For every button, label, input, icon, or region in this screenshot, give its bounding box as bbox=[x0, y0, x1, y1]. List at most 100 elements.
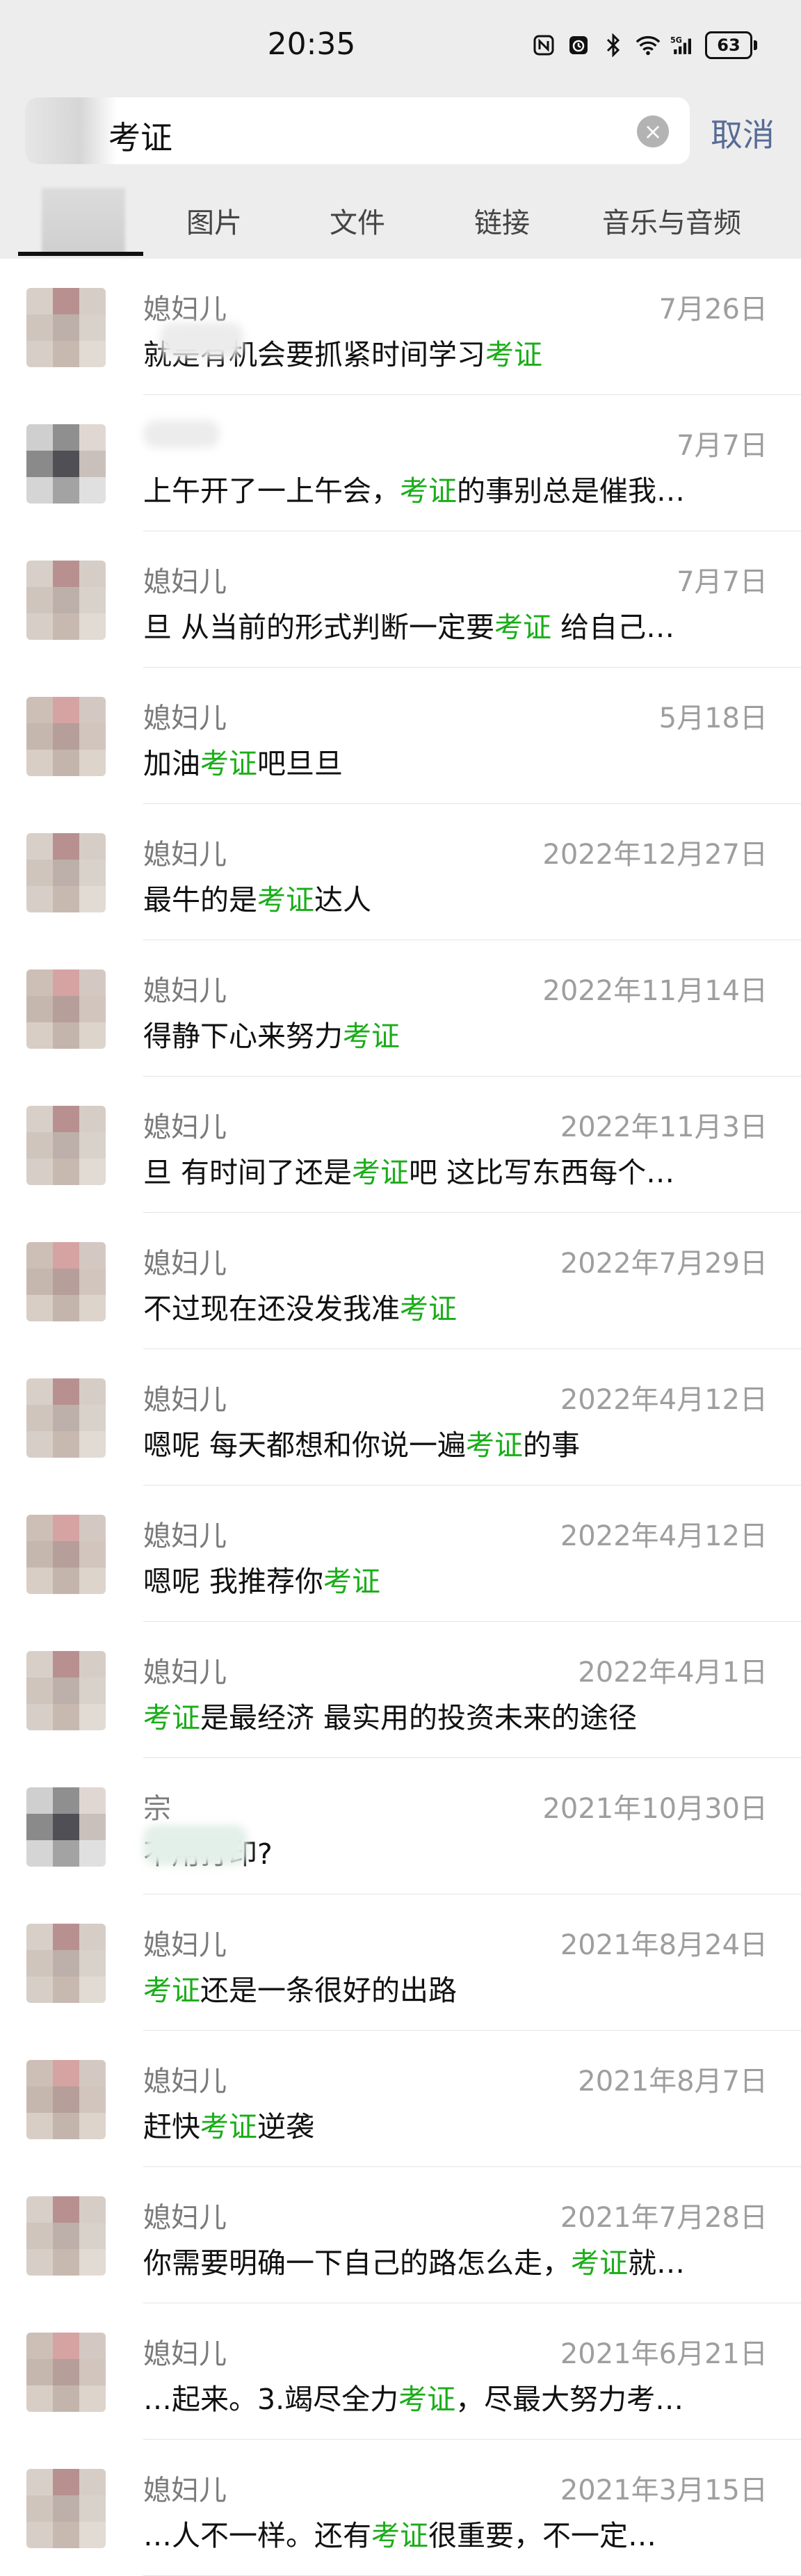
result-row[interactable]: 7月7日 上午开了一上午会，考证的事别总是催我… bbox=[0, 395, 801, 531]
result-row[interactable]: 媳妇儿 2022年4月12日 嗯呢 我推荐你考证 bbox=[0, 1486, 801, 1622]
message-date: 2022年11月14日 bbox=[542, 975, 768, 1007]
result-row[interactable]: 媳妇儿 2022年7月29日 不过现在还没发我准考证 bbox=[0, 1213, 801, 1349]
message-snippet: 旦 从当前的形式判断一定要考证 给自己… bbox=[143, 604, 674, 645]
message-snippet: 旦 有时间了还是考证吧 这比写东西每个… bbox=[143, 1149, 674, 1191]
message-snippet: 你需要明确一下自己的路怎么走，考证就… bbox=[143, 2239, 685, 2281]
privacy-blur bbox=[143, 420, 220, 448]
snippet-text-before: …人不一样。还有 bbox=[143, 2519, 371, 2552]
snippet-keyword-highlight: 考证 bbox=[371, 2519, 428, 2552]
snippet-text-after: 达人 bbox=[314, 883, 371, 917]
avatar bbox=[26, 697, 106, 776]
snippet-text-before: 你需要明确一下自己的路怎么走， bbox=[143, 2246, 571, 2280]
snippet-keyword-highlight: 考证 bbox=[494, 611, 552, 644]
avatar bbox=[26, 424, 106, 504]
clear-search-icon[interactable]: × bbox=[637, 115, 669, 147]
snippet-text-after: 很重要，不一定… bbox=[428, 2519, 656, 2552]
snippet-keyword-highlight: 考证 bbox=[571, 2246, 628, 2280]
message-snippet: 嗯呢 我推荐你考证 bbox=[143, 1558, 380, 1600]
message-snippet: 赶快考证逆袭 bbox=[143, 2103, 314, 2145]
snippet-keyword-highlight: 考证 bbox=[400, 1292, 457, 1326]
search-box[interactable]: 考证 × bbox=[25, 97, 690, 164]
tab-files[interactable]: 文件 bbox=[330, 200, 385, 241]
snippet-keyword-highlight: 考证 bbox=[398, 2383, 456, 2416]
result-row[interactable]: 宗2021年10月30日 不用打印? bbox=[0, 1758, 801, 1894]
avatar bbox=[26, 288, 106, 367]
snippet-keyword-highlight: 考证 bbox=[257, 883, 314, 917]
snippet-text-before: 不过现在还没发我准 bbox=[143, 1292, 400, 1326]
snippet-keyword-highlight: 考证 bbox=[400, 474, 457, 508]
tab-music-audio[interactable]: 音乐与音频 bbox=[602, 200, 741, 241]
message-date: 7月7日 bbox=[677, 430, 768, 462]
alarm-icon bbox=[566, 33, 591, 58]
snippet-keyword-highlight: 考证 bbox=[485, 338, 542, 371]
contact-name: 媳妇儿 bbox=[143, 839, 227, 871]
result-row[interactable]: 媳妇儿 7月7日旦 从当前的形式判断一定要考证 给自己… bbox=[0, 531, 801, 668]
snippet-text-before: 旦 从当前的形式判断一定要 bbox=[143, 611, 495, 644]
message-date: 7月7日 bbox=[677, 566, 768, 598]
message-date: 2022年11月3日 bbox=[560, 1111, 768, 1143]
result-row[interactable]: 媳妇儿 2021年8月7日赶快考证逆袭 bbox=[0, 2031, 801, 2167]
snippet-text-after: 逆袭 bbox=[257, 2110, 314, 2143]
result-row[interactable]: 媳妇儿 5月18日 加油考证吧旦旦 bbox=[0, 668, 801, 804]
result-row[interactable]: 媳妇儿 2021年7月28日 你需要明确一下自己的路怎么走，考证就… bbox=[0, 2167, 801, 2303]
avatar bbox=[26, 1378, 106, 1458]
tab-links[interactable]: 链接 bbox=[474, 200, 530, 241]
filter-tabs: 图片 文件 链接 音乐与音频 bbox=[0, 188, 801, 257]
contact-name: 媳妇儿 bbox=[143, 2066, 227, 2098]
message-date: 2021年7月28日 bbox=[560, 2202, 768, 2234]
avatar bbox=[26, 2196, 106, 2276]
result-row[interactable]: 媳妇儿 2021年3月15日 …人不一样。还有考证很重要，不一定… bbox=[0, 2440, 801, 2576]
snippet-text-before: 得静下心来努力 bbox=[143, 1020, 343, 1053]
status-bar: 20:35 5G 63 bbox=[0, 0, 801, 90]
message-snippet: 不过现在还没发我准考证 bbox=[143, 1285, 457, 1327]
message-snippet: 得静下心来努力考证 bbox=[143, 1013, 400, 1054]
search-input[interactable]: 考证 bbox=[108, 113, 172, 159]
message-snippet: …起来。3.竭尽全力考证，尽最大努力考… bbox=[143, 2376, 683, 2417]
message-snippet: 考证是最经济 最实用的投资未来的途径 bbox=[143, 1694, 637, 1736]
avatar bbox=[26, 1106, 106, 1185]
contact-name: 媳妇儿 bbox=[143, 975, 227, 1007]
avatar bbox=[26, 1515, 106, 1594]
snippet-text-before: 嗯呢 我推荐你 bbox=[143, 1565, 324, 1598]
svg-text:5G: 5G bbox=[670, 36, 682, 45]
tab-chats-blurred[interactable] bbox=[42, 188, 125, 255]
snippet-keyword-highlight: 考证 bbox=[200, 2110, 257, 2143]
message-snippet: 嗯呢 每天都想和你说一遍考证的事 bbox=[143, 1422, 580, 1463]
snippet-text-before: 上午开了一上午会， bbox=[143, 474, 400, 508]
avatar bbox=[26, 561, 106, 640]
avatar bbox=[26, 1924, 106, 2003]
snippet-text-after: 吧 这比写东西每个… bbox=[409, 1156, 675, 1189]
snippet-text-after: 给自己… bbox=[551, 611, 675, 644]
contact-name: 媳妇儿 bbox=[143, 702, 227, 734]
message-snippet: 考证还是一条很好的出路 bbox=[143, 1967, 457, 2009]
contact-name: 媳妇儿 bbox=[143, 1929, 227, 1961]
snippet-text-after: ，尽最大努力考… bbox=[455, 2383, 684, 2416]
message-date: 2022年4月1日 bbox=[578, 1657, 768, 1689]
snippet-keyword-highlight: 考证 bbox=[143, 1974, 200, 2007]
search-icon-blurred bbox=[25, 97, 117, 164]
result-row[interactable]: 媳妇儿 2022年4月1日考证是最经济 最实用的投资未来的途径 bbox=[0, 1622, 801, 1758]
snippet-text-before: …起来。3.竭尽全力 bbox=[143, 2383, 399, 2416]
cancel-button[interactable]: 取消 bbox=[711, 110, 775, 156]
message-snippet: 最牛的是考证达人 bbox=[143, 876, 371, 918]
result-row[interactable]: 媳妇儿 2022年4月12日嗯呢 每天都想和你说一遍考证的事 bbox=[0, 1349, 801, 1486]
result-row[interactable]: 媳妇儿 2021年8月24日 考证还是一条很好的出路 bbox=[0, 1894, 801, 2031]
snippet-text-after: 是最经济 最实用的投资未来的途径 bbox=[200, 1701, 638, 1734]
result-row[interactable]: 媳妇儿 2022年11月14日得静下心来努力考证 bbox=[0, 940, 801, 1077]
avatar bbox=[26, 2060, 106, 2139]
snippet-keyword-highlight: 考证 bbox=[343, 1020, 400, 1053]
message-date: 2022年7月29日 bbox=[560, 1248, 768, 1280]
snippet-text-after: 的事 bbox=[523, 1428, 581, 1462]
result-row[interactable]: 媳妇儿 2022年11月3日旦 有时间了还是考证吧 这比写东西每个… bbox=[0, 1077, 801, 1213]
tab-images[interactable]: 图片 bbox=[186, 200, 242, 241]
avatar bbox=[26, 969, 106, 1049]
snippet-keyword-highlight: 考证 bbox=[352, 1156, 410, 1189]
contact-name: 媳妇儿 bbox=[143, 1384, 227, 1416]
contact-name: 媳妇儿 bbox=[143, 1657, 227, 1689]
message-date: 2022年4月12日 bbox=[560, 1384, 768, 1416]
message-date: 2021年8月7日 bbox=[578, 2066, 768, 2098]
result-row[interactable]: 媳妇儿 7月26日 就是有机会要抓紧时间学习考证 bbox=[0, 259, 801, 395]
result-row[interactable]: 媳妇儿 2022年12月27日 最牛的是考证达人 bbox=[0, 804, 801, 940]
result-row[interactable]: 媳妇儿 2021年6月21日 …起来。3.竭尽全力考证，尽最大努力考… bbox=[0, 2303, 801, 2440]
contact-name: 媳妇儿 bbox=[143, 1520, 227, 1552]
